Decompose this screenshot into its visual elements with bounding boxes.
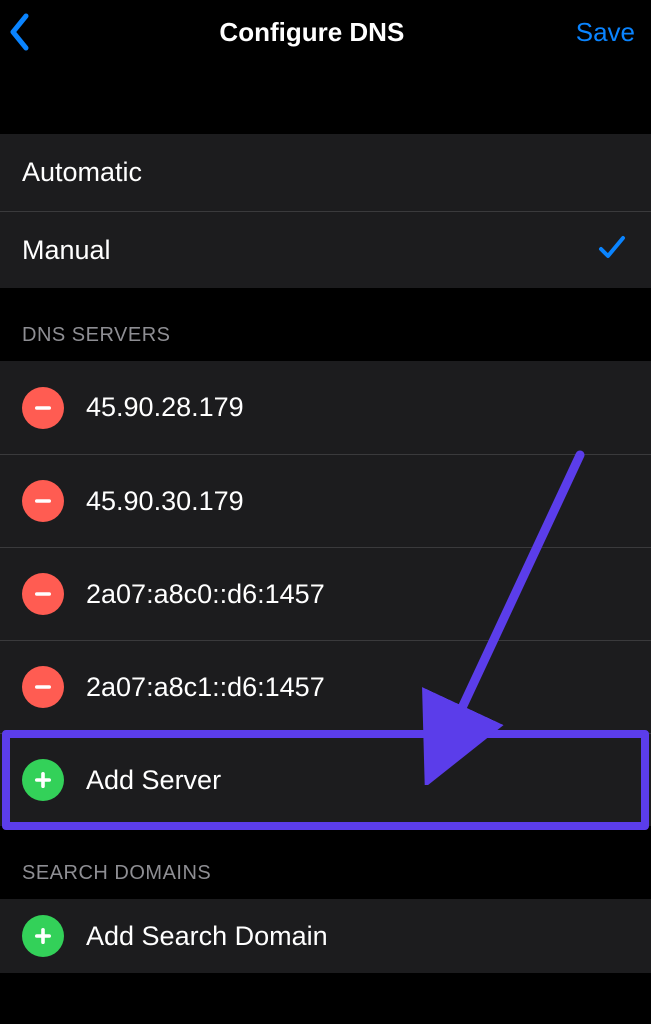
navbar: Configure DNS Save xyxy=(0,0,651,64)
add-search-domain-label: Add Search Domain xyxy=(86,921,651,952)
dns-server-value: 45.90.28.179 xyxy=(86,392,651,423)
plus-icon xyxy=(33,770,53,790)
dns-server-row[interactable]: 45.90.28.179 xyxy=(0,361,651,454)
dns-servers-header: DNS SERVERS xyxy=(0,288,651,361)
remove-server-button[interactable] xyxy=(22,666,64,708)
search-domains-list: Add Search Domain xyxy=(0,899,651,973)
add-search-domain-row[interactable]: Add Search Domain xyxy=(0,899,651,973)
mode-automatic-label: Automatic xyxy=(22,157,627,188)
dns-server-row[interactable]: 45.90.30.179 xyxy=(0,454,651,547)
page-title: Configure DNS xyxy=(52,17,572,48)
dns-mode-group: Automatic Manual xyxy=(0,134,651,288)
remove-server-button[interactable] xyxy=(22,480,64,522)
dns-server-value: 2a07:a8c1::d6:1457 xyxy=(86,672,651,703)
mode-manual-label: Manual xyxy=(22,235,597,266)
add-server-label: Add Server xyxy=(86,765,651,796)
mode-manual-row[interactable]: Manual xyxy=(0,211,651,288)
minus-icon xyxy=(33,491,53,511)
add-server-button[interactable] xyxy=(22,759,64,801)
dns-servers-list: 45.90.28.179 45.90.30.179 2a07:a8c0::d6:… xyxy=(0,361,651,826)
back-button[interactable] xyxy=(8,10,52,54)
dns-server-value: 45.90.30.179 xyxy=(86,486,651,517)
chevron-left-icon xyxy=(8,13,30,51)
add-server-row[interactable]: Add Server xyxy=(0,733,651,826)
remove-server-button[interactable] xyxy=(22,387,64,429)
plus-icon xyxy=(33,926,53,946)
add-search-domain-button[interactable] xyxy=(22,915,64,957)
minus-icon xyxy=(33,584,53,604)
check-icon xyxy=(597,232,627,269)
dns-server-value: 2a07:a8c0::d6:1457 xyxy=(86,579,651,610)
minus-icon xyxy=(33,677,53,697)
dns-server-row[interactable]: 2a07:a8c0::d6:1457 xyxy=(0,547,651,640)
spacer xyxy=(0,64,651,134)
dns-server-row[interactable]: 2a07:a8c1::d6:1457 xyxy=(0,640,651,733)
mode-automatic-row[interactable]: Automatic xyxy=(0,134,651,211)
search-domains-header: SEARCH DOMAINS xyxy=(0,826,651,899)
save-button[interactable]: Save xyxy=(572,17,639,48)
minus-icon xyxy=(33,398,53,418)
remove-server-button[interactable] xyxy=(22,573,64,615)
